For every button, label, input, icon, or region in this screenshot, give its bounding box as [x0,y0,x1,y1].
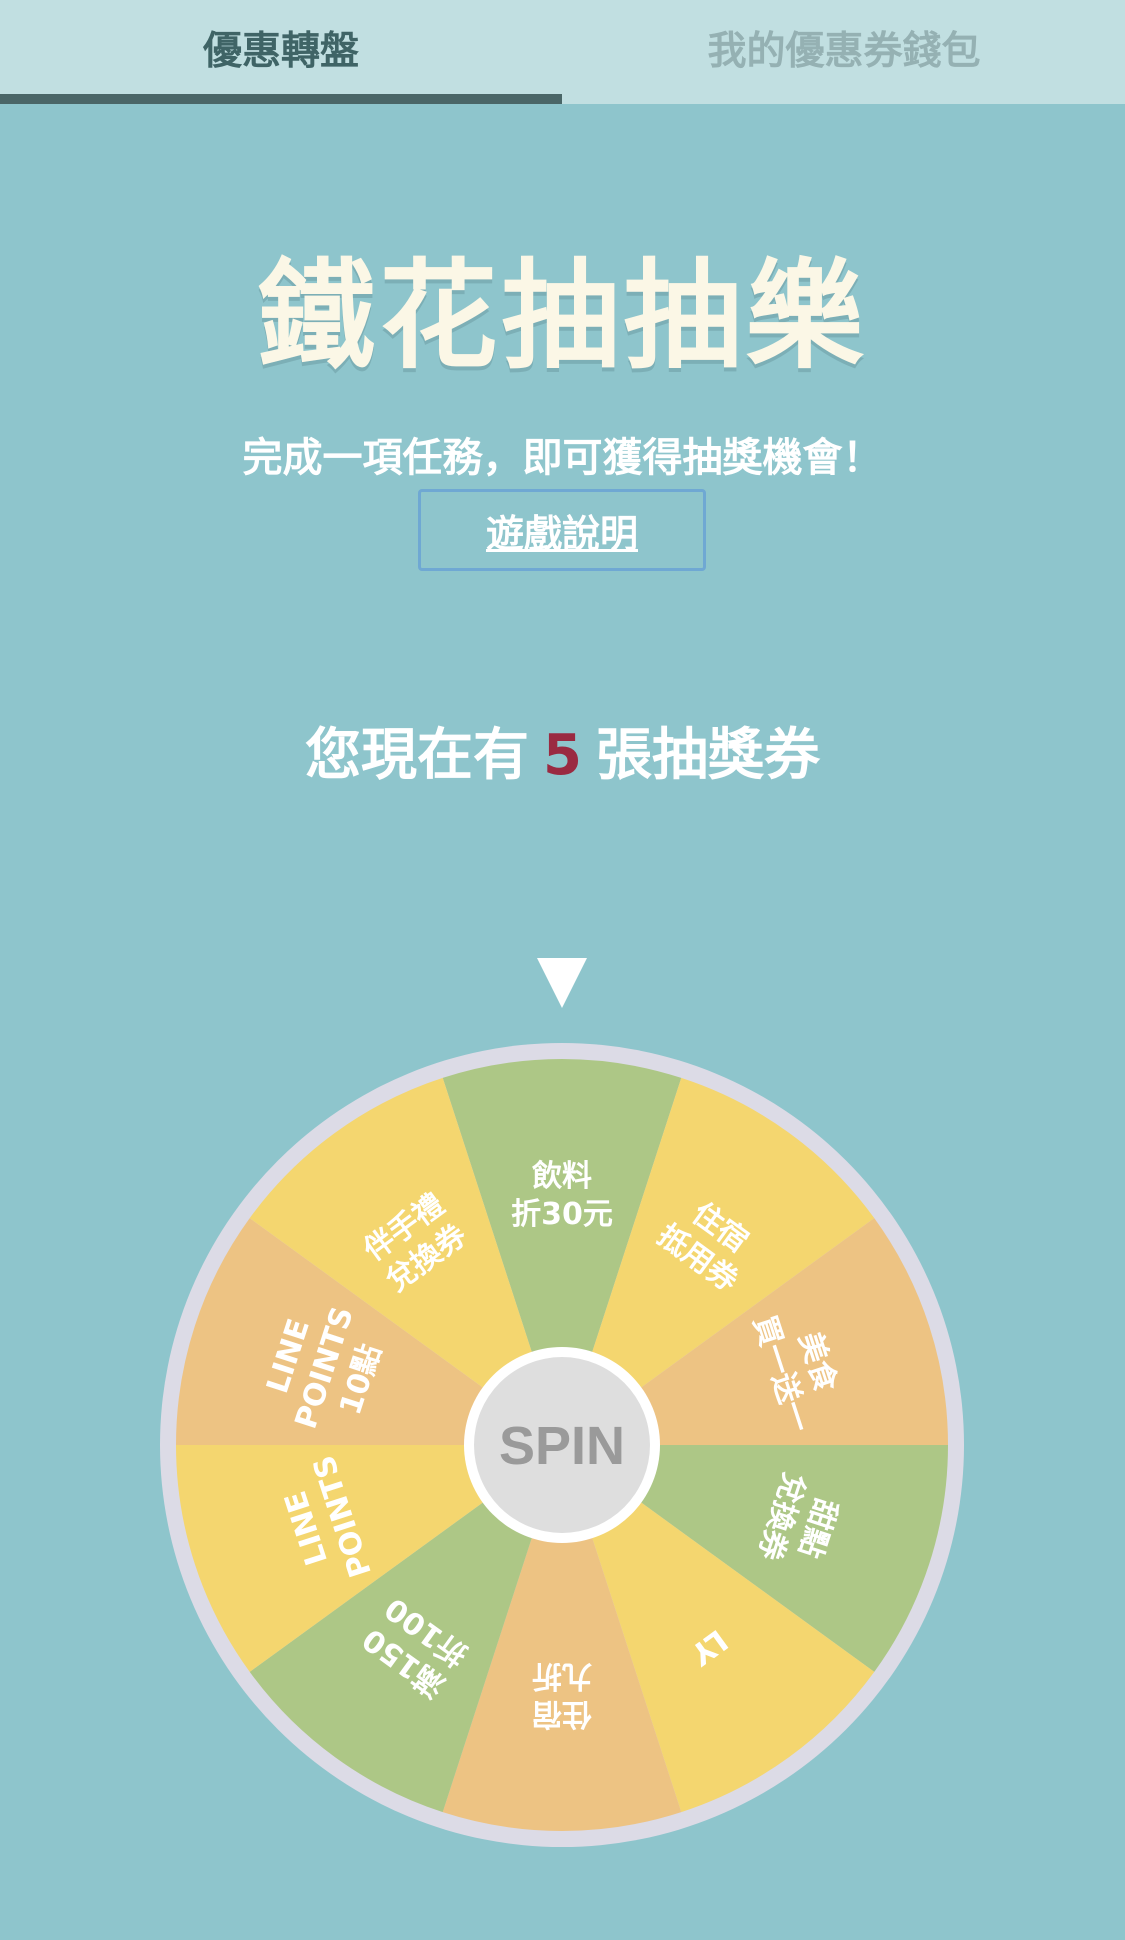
triangle-down-icon [537,958,587,1008]
spin-button[interactable]: SPIN [474,1357,650,1533]
active-tab-indicator [0,94,562,104]
ticket-count: 5 [543,723,582,788]
wheel-label-line: 九折 [532,1658,592,1693]
ticket-count-line: 您現在有 5 張抽獎券 [0,710,1125,791]
task-hint-text: 完成一項任務，即可獲得抽獎機會！ [242,435,883,481]
page-title: 鐵花抽抽樂 [257,247,868,385]
ticket-suffix: 張抽獎券 [595,723,820,788]
tab-bar: 優惠轉盤 我的優惠券錢包 [0,0,1125,104]
tab-spin-wheel[interactable]: 優惠轉盤 [0,0,562,96]
game-rules-button[interactable]: 遊戲說明 [418,489,706,571]
ticket-prefix: 您現在有 [305,723,530,788]
wheel-label-line: 折30元 [511,1197,613,1232]
wheel-label-line: 飲料 [532,1159,592,1194]
spin-label: SPIN [499,1416,625,1476]
wheel-label-line: 住宿 [532,1696,592,1731]
prize-wheel: 飲料折30元 住宿抵用券美食買一送一甜點兌換券LY住宿九折滿150折100LINE… [160,958,964,1847]
tab-coupon-wallet[interactable]: 我的優惠券錢包 [563,0,1125,96]
